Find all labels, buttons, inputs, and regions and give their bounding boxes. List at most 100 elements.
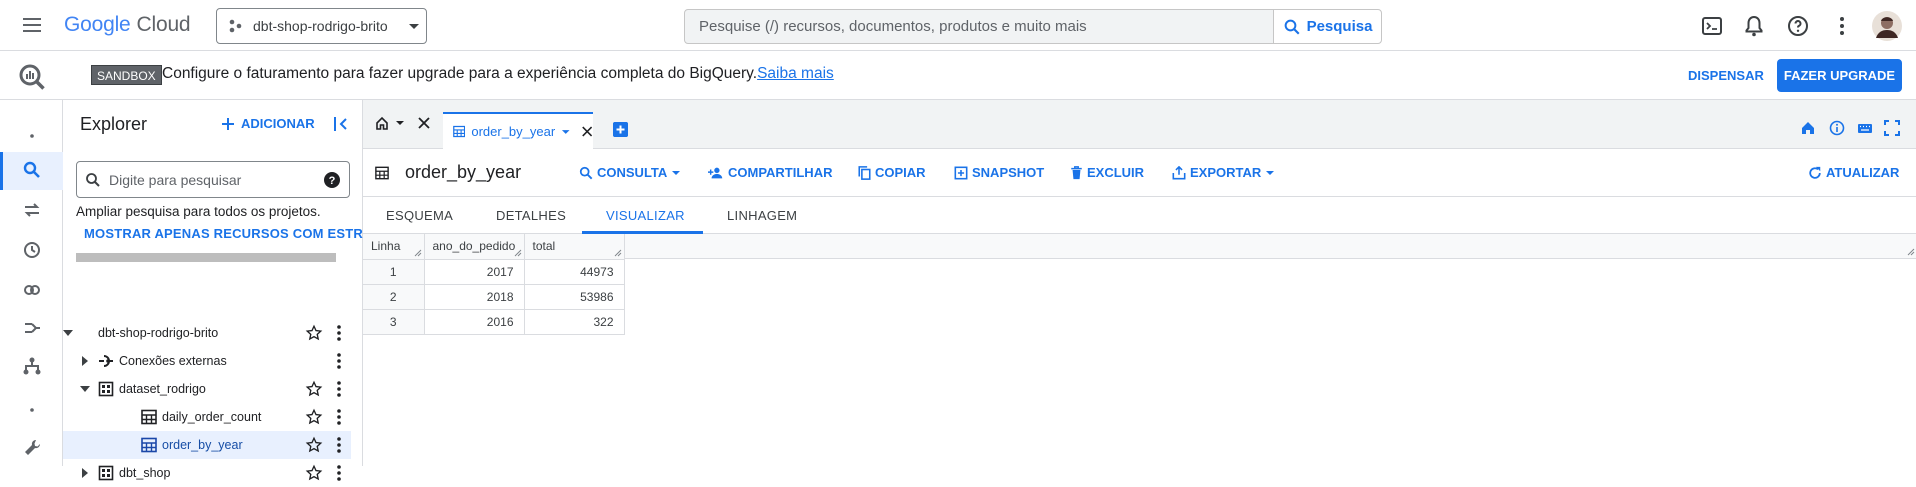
tab-order-by-year[interactable]: order_by_year <box>443 112 593 149</box>
explorer-search-input[interactable]: Digite para pesquisar ? <box>76 161 350 198</box>
home-tab[interactable] <box>375 116 431 130</box>
share-button[interactable]: COMPARTILHAR <box>708 165 832 180</box>
tree-item-order-by-year[interactable]: order_by_year <box>63 431 351 459</box>
table-cell[interactable]: 2018 <box>424 284 525 310</box>
more-vert-icon[interactable] <box>330 324 348 342</box>
column-header[interactable]: ano_do_pedido <box>424 234 525 260</box>
column-header[interactable]: total <box>524 234 625 260</box>
search-button-label: Pesquisa <box>1306 18 1373 35</box>
tab-preview[interactable]: VISUALIZAR <box>606 208 685 223</box>
star-icon[interactable] <box>305 464 323 482</box>
pipeline-icon[interactable] <box>22 318 42 338</box>
copy-button[interactable]: COPIAR <box>858 165 926 180</box>
table-icon <box>141 437 157 453</box>
avatar[interactable] <box>1872 11 1902 41</box>
help-icon[interactable] <box>1786 14 1810 38</box>
caret-down-icon[interactable] <box>561 127 570 137</box>
logo-cloud: Cloud <box>136 13 191 36</box>
google-cloud-logo[interactable]: Google Cloud <box>64 13 191 37</box>
search-icon[interactable] <box>22 160 42 180</box>
lineage-icon[interactable] <box>22 356 42 376</box>
svg-text:?: ? <box>329 175 336 187</box>
table-cell[interactable]: 2017 <box>424 259 525 285</box>
close-icon[interactable] <box>581 125 593 138</box>
table-cell[interactable]: 44973 <box>524 259 625 285</box>
tree-item-daily-order-count[interactable]: daily_order_count <box>63 403 351 431</box>
caret-right-icon[interactable] <box>77 465 93 481</box>
tree-item-dataset-rodrigo[interactable]: dataset_rodrigo <box>63 375 351 403</box>
tab-lineage[interactable]: LINHAGEM <box>727 208 797 223</box>
tab-details[interactable]: DETALHES <box>496 208 566 223</box>
home-icon[interactable] <box>1800 120 1816 136</box>
table-cell[interactable]: 53986 <box>524 284 625 310</box>
more-vert-icon[interactable] <box>330 380 348 398</box>
dot-icon[interactable] <box>22 126 42 146</box>
delete-button[interactable]: EXCLUIR <box>1070 165 1144 180</box>
more-vert-icon[interactable] <box>330 352 348 370</box>
more-vert-icon[interactable] <box>330 464 348 482</box>
export-button[interactable]: EXPORTAR <box>1172 165 1275 180</box>
collapse-panel-icon[interactable] <box>333 115 351 133</box>
column-header-label: Linha <box>371 239 401 254</box>
query-button[interactable]: CONSULTA <box>579 165 681 180</box>
show-starred-link[interactable]: MOSTRAR APENAS RECURSOS COM ESTRELA <box>84 226 363 241</box>
person-add-icon <box>708 167 723 178</box>
table-icon <box>453 125 466 138</box>
dismiss-button[interactable]: DISPENSAR <box>1688 68 1764 83</box>
learn-more-link[interactable]: Saiba mais <box>757 65 834 82</box>
preview-results: Linha ano_do_pedido total 1 2017 44973 2… <box>363 234 1916 466</box>
project-selector[interactable]: dbt-shop-rodrigo-brito <box>216 8 427 44</box>
resize-handle-icon[interactable] <box>614 249 622 257</box>
help-icon[interactable]: ? <box>323 171 341 189</box>
star-icon[interactable] <box>305 380 323 398</box>
table-cell[interactable]: 2016 <box>424 309 525 335</box>
tree-item-external-connections[interactable]: Conexões externas <box>63 347 351 375</box>
more-vert-icon[interactable] <box>330 408 348 426</box>
menu-icon[interactable] <box>22 15 42 35</box>
more-vert-icon[interactable] <box>330 436 348 454</box>
resize-handle-icon[interactable] <box>1907 248 1915 256</box>
wrench-icon[interactable] <box>22 438 42 458</box>
star-icon[interactable] <box>305 436 323 454</box>
column-header-label: ano_do_pedido <box>432 239 516 254</box>
snapshot-button[interactable]: SNAPSHOT <box>954 165 1044 180</box>
caret-right-icon[interactable] <box>77 353 93 369</box>
tree-item-dbt-shop[interactable]: dbt_shop <box>63 459 351 487</box>
tab-label: order_by_year <box>471 124 556 139</box>
caret-down-icon[interactable] <box>395 118 405 128</box>
search-button[interactable]: Pesquisa <box>1273 9 1382 44</box>
search-input[interactable]: Pesquise (/) recursos, documentos, produ… <box>684 9 1282 44</box>
star-icon[interactable] <box>305 324 323 342</box>
resize-handle-icon[interactable] <box>414 249 422 257</box>
upgrade-button[interactable]: FAZER UPGRADE <box>1777 59 1902 92</box>
project-name: dbt-shop-rodrigo-brito <box>253 18 388 34</box>
dot-icon[interactable] <box>22 400 42 420</box>
editor-tab-strip: order_by_year <box>363 100 1916 149</box>
close-icon[interactable] <box>417 116 431 130</box>
detail-tabs: ESQUEMA DETALHES VISUALIZAR LINHAGEM <box>363 197 1916 234</box>
transfers-icon[interactable] <box>22 200 42 220</box>
new-tab-plus-icon[interactable] <box>613 122 628 137</box>
bell-icon[interactable] <box>1742 14 1766 38</box>
refresh-button[interactable]: ATUALIZAR <box>1808 165 1899 180</box>
column-header[interactable]: Linha <box>363 234 425 260</box>
add-button[interactable]: ADICIONAR <box>221 116 315 131</box>
tab-schema[interactable]: ESQUEMA <box>386 208 453 223</box>
caret-down-icon[interactable] <box>60 325 76 341</box>
caret-down-icon[interactable] <box>77 381 93 397</box>
analytics-hub-icon[interactable] <box>22 280 42 300</box>
terminal-icon[interactable] <box>1700 14 1724 38</box>
info-icon[interactable] <box>1829 120 1845 136</box>
tree-item-project[interactable]: dbt-shop-rodrigo-brito <box>63 319 351 347</box>
horizontal-scrollbar[interactable] <box>76 253 336 262</box>
more-vert-icon[interactable] <box>1830 14 1854 38</box>
resize-handle-icon[interactable] <box>514 249 522 257</box>
table-cell[interactable]: 322 <box>524 309 625 335</box>
clock-icon[interactable] <box>22 240 42 260</box>
connection-icon <box>99 355 113 367</box>
bigquery-logo-icon[interactable] <box>18 63 46 91</box>
star-icon[interactable] <box>305 408 323 426</box>
keyboard-icon[interactable] <box>1857 120 1873 136</box>
fullscreen-icon[interactable] <box>1884 120 1900 136</box>
search-icon <box>579 166 593 179</box>
